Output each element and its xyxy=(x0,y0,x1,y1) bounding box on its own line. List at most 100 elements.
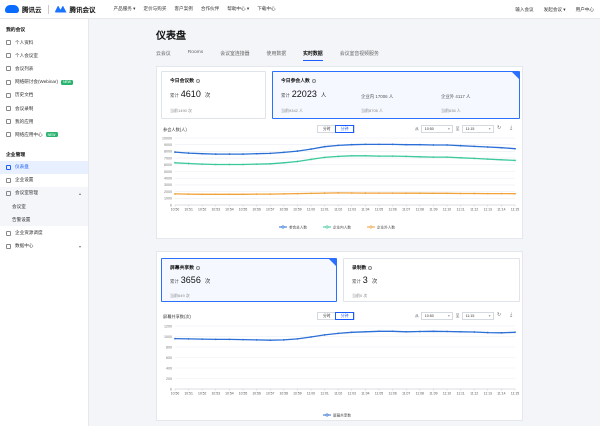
data-point xyxy=(378,330,380,333)
sidebar-item-room-management[interactable]: 会议室管理 ▴ xyxy=(0,186,88,201)
sidebar-item-alert-settings[interactable]: 告警设置 xyxy=(0,213,88,227)
metric-unit: 次 xyxy=(204,93,211,99)
y-tick-label: 1200 xyxy=(164,324,172,328)
x-tick-label: 11:10 xyxy=(443,392,451,396)
screen-share-card[interactable]: 屏幕共享数 累计 3656 次 当前649 次 xyxy=(161,258,337,302)
sidebar-item-dashboard[interactable]: 仪表盘 xyxy=(0,160,88,174)
sidebar-item-rooms[interactable]: 会议室 xyxy=(0,200,88,214)
sidebar-item-label: 历史文档 xyxy=(15,92,34,98)
x-tick-label: 10:58 xyxy=(280,208,289,212)
x-tick-label: 11:00 xyxy=(307,392,315,396)
dashboard-icon xyxy=(6,164,11,170)
sidebar-item-meeting-list[interactable]: 会议列表 xyxy=(0,62,88,75)
y-tick-label: 800 xyxy=(166,345,172,349)
data-point xyxy=(432,192,435,195)
toggle-minute[interactable]: 分钟 xyxy=(334,125,355,133)
data-point xyxy=(310,148,312,150)
x-tick-label: 10:55 xyxy=(239,208,248,212)
metric-current: 当前1490 次 xyxy=(170,108,193,113)
sidebar-item-label: 会议录制 xyxy=(15,105,34,111)
data-point xyxy=(378,155,380,157)
data-point xyxy=(500,331,503,334)
chart-title: 参会人数(人) xyxy=(163,127,187,132)
x-tick-label: 11:09 xyxy=(429,208,437,212)
tab-usage-data[interactable]: 使用数据 xyxy=(267,50,287,62)
data-point xyxy=(310,158,312,161)
chart-grid: 020040060080010001200 xyxy=(164,324,515,391)
list-icon xyxy=(6,66,11,72)
nav-item-cases[interactable]: 客户案例 xyxy=(174,6,192,12)
top-bar: 腾讯云 腾讯会议 产品服务 ▾ 定价与购买 客户案例 合作伙伴 帮助中心 ▾ 下… xyxy=(0,0,600,19)
from-time-select[interactable]: 10:50 xyxy=(420,311,453,321)
refresh-icon[interactable]: ↻ xyxy=(497,312,501,318)
chevron-down-icon: ▾ xyxy=(78,243,81,249)
chart-grid: 0100020003000400050006000700080009000100… xyxy=(162,136,515,207)
refresh-icon[interactable]: ↻ xyxy=(497,125,501,131)
toggle-hourly[interactable]: 分时 xyxy=(318,313,336,319)
legend-marker xyxy=(281,225,285,229)
download-icon[interactable]: ⤓ xyxy=(510,312,512,318)
data-point xyxy=(500,146,503,149)
room-icon xyxy=(6,53,11,59)
nav-item-help[interactable]: 帮助中心 ▾ xyxy=(227,6,249,12)
sidebar-item-enterprise-settings[interactable]: 企业设置 xyxy=(0,174,88,187)
x-tick-label: 11:02 xyxy=(334,392,342,396)
meetings-today-card[interactable]: 今日会议数 累计 4610 次 当前1490 次 xyxy=(161,71,266,119)
nav-item-pricing[interactable]: 定价与购买 xyxy=(143,6,166,12)
to-label: 至 xyxy=(455,313,460,318)
sidebar-item-data-center[interactable]: 数据中心 ▾ xyxy=(0,240,88,253)
top-right-actions: 输入会议 发起会议 ▾ 用户中心 xyxy=(505,0,594,19)
tab-realtime-data[interactable]: 实时数据 xyxy=(303,50,323,62)
data-point xyxy=(242,153,244,155)
sidebar-item-profile[interactable]: 个人资料 xyxy=(0,36,88,49)
app-center-icon xyxy=(6,132,11,138)
tab-cloud-meeting[interactable]: 云会议 xyxy=(156,50,171,62)
to-time-select[interactable]: 11:15 xyxy=(461,311,494,321)
x-tick-label: 11:07 xyxy=(402,392,410,396)
nav-item-download[interactable]: 下载中心 xyxy=(257,6,275,12)
legend-label: 参会总人数 xyxy=(289,224,307,229)
sidebar-item-my-apps[interactable]: 我的应用 xyxy=(0,115,88,128)
from-label: 从 xyxy=(415,126,419,131)
x-tick-label: 11:07 xyxy=(402,208,410,212)
tab-rooms[interactable]: Rooms xyxy=(188,50,204,62)
logo[interactable]: 腾讯云 腾讯会议 xyxy=(5,4,96,14)
tab-room-connector[interactable]: 会议室连接器 xyxy=(220,50,249,62)
x-tick-label: 10:57 xyxy=(266,392,275,396)
sidebar-item-app-center[interactable]: 网络应用中心 NEW xyxy=(0,128,88,141)
sidebar-item-recordings[interactable]: 会议录制 xyxy=(0,102,88,115)
toggle-hourly[interactable]: 分时 xyxy=(318,126,336,132)
x-tick-label: 10:50 xyxy=(171,208,180,212)
sidebar-item-webinar[interactable]: 网络研讨会(Webinar) NEW xyxy=(0,76,88,89)
nav-item-partners[interactable]: 合作伙伴 xyxy=(201,6,219,12)
metric-label: 累计 xyxy=(170,93,179,98)
tab-av-service[interactable]: 会议室音视频服务 xyxy=(340,50,379,62)
join-meeting-link[interactable]: 输入会议 xyxy=(515,7,533,13)
toggle-minute[interactable]: 分钟 xyxy=(334,312,355,320)
x-tick-label: 10:53 xyxy=(212,392,221,396)
sidebar-item-resource-scheduling[interactable]: 企业资源调度 xyxy=(0,226,88,239)
data-point xyxy=(514,331,516,334)
granularity-toggle: 分时 分钟 xyxy=(317,312,355,320)
start-meeting-link[interactable]: 发起会议 ▾ xyxy=(544,7,566,13)
sidebar-item-history-docs[interactable]: 历史文档 xyxy=(0,89,88,102)
x-tick-label: 11:06 xyxy=(388,392,396,396)
sidebar-item-personal-room[interactable]: 个人会议室 xyxy=(0,49,88,62)
download-icon[interactable]: ⤓ xyxy=(510,125,512,131)
recordings-card[interactable]: 录制数 累计 3 次 当前0 次 xyxy=(343,258,520,302)
data-point xyxy=(242,338,244,341)
data-point xyxy=(350,192,353,194)
metric-value: 3 xyxy=(362,275,368,285)
x-tick-label: 10:50 xyxy=(171,392,180,396)
participants-today-card[interactable]: 今日参会人数 累计 22023 人 企业内 17006 人 企业外 4117 人 当… xyxy=(272,71,520,119)
data-point xyxy=(418,192,421,195)
user-center-link[interactable]: 用户中心 xyxy=(576,7,594,13)
nav-item-products[interactable]: 产品服务 ▾ xyxy=(114,6,136,12)
metric: 累计 3656 次 xyxy=(170,275,210,285)
from-time-select[interactable]: 10:50 xyxy=(420,124,453,134)
data-point xyxy=(255,163,258,166)
data-point xyxy=(242,163,244,166)
to-time-select[interactable]: 11:15 xyxy=(461,124,494,134)
selected-corner-icon xyxy=(329,259,336,266)
data-point xyxy=(228,338,231,341)
